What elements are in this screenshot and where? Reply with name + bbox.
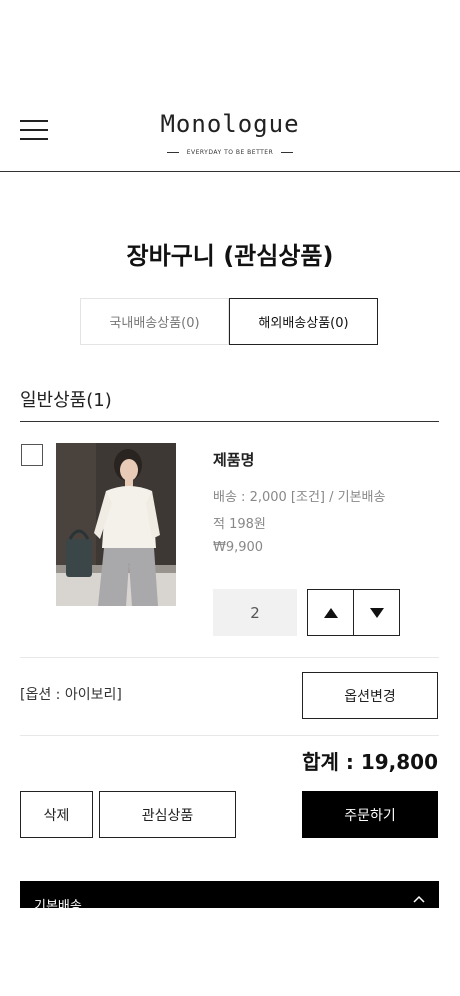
tab-overseas[interactable]: 해외배송상품(0) xyxy=(229,298,378,345)
shipping-accordion-label: 기본배송 xyxy=(34,899,82,908)
delete-button[interactable]: 삭제 xyxy=(20,791,93,838)
logo-tagline-text: EVERYDAY TO BE BETTER xyxy=(186,149,274,156)
tab-domestic[interactable]: 국내배송상품(0) xyxy=(80,298,229,345)
arrow-up-icon xyxy=(323,607,338,618)
section-divider xyxy=(20,421,439,422)
product-image[interactable] xyxy=(56,443,176,606)
product-option: [옵션 : 아이보리] xyxy=(20,687,122,703)
divider xyxy=(20,657,439,658)
wishlist-button[interactable]: 관심상품 xyxy=(99,791,236,838)
quantity-up-button[interactable] xyxy=(307,589,354,636)
product-checkbox[interactable] xyxy=(21,444,43,466)
product-price: ₩9,900 xyxy=(213,540,264,555)
shipping-accordion[interactable]: 기본배송 xyxy=(20,881,439,908)
change-option-button[interactable]: 옵션변경 xyxy=(302,672,438,719)
product-points: 적 198원 xyxy=(213,517,266,532)
product-shipping: 배송 : 2,000 [조건] / 기본배송 xyxy=(213,490,386,505)
chevron-up-icon xyxy=(413,895,425,903)
logo[interactable]: Monologue EVERYDAY TO BE BETTER xyxy=(0,110,460,157)
logo-text: Monologue xyxy=(160,110,300,138)
arrow-down-icon xyxy=(369,607,384,618)
shipping-tabs: 국내배송상품(0) 해외배송상품(0) xyxy=(80,298,379,345)
order-button[interactable]: 주문하기 xyxy=(302,791,438,838)
logo-tagline: EVERYDAY TO BE BETTER xyxy=(166,149,294,156)
header: Monologue EVERYDAY TO BE BETTER xyxy=(0,0,460,172)
divider xyxy=(20,735,439,736)
quantity-field[interactable]: 2 xyxy=(213,589,297,636)
total-amount: 합계 : 19,800 xyxy=(302,750,438,774)
quantity-down-button[interactable] xyxy=(353,589,400,636)
page-title: 장바구니 (관심상품) xyxy=(126,242,334,270)
section-title: 일반상품(1) xyxy=(20,390,112,411)
product-name[interactable]: 제품명 xyxy=(213,449,254,470)
